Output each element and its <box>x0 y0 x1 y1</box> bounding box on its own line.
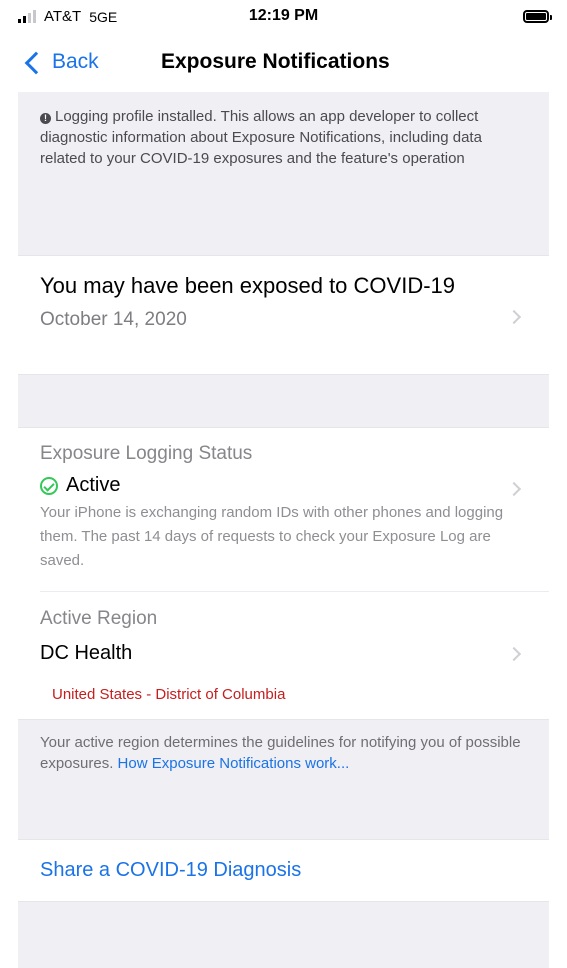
back-label: Back <box>52 50 99 73</box>
battery-icon <box>523 10 552 23</box>
region-name: DC Health <box>40 642 133 664</box>
share-diagnosis-label: Share a COVID-19 Diagnosis <box>40 859 302 881</box>
logging-status-description: Your iPhone is exchanging random IDs wit… <box>40 504 504 569</box>
banner-text: Logging profile installed. This allows a… <box>40 108 482 167</box>
back-button[interactable]: Back <box>24 50 99 74</box>
status-time: 12:19 PM <box>248 7 319 24</box>
exposure-date: October 14, 2020 <box>40 309 187 330</box>
checkmark-circle-icon <box>40 476 58 495</box>
active-region-label: Active Region <box>40 608 158 629</box>
share-diagnosis-button[interactable]: Share a COVID-19 Diagnosis <box>18 839 549 902</box>
status-bar: AT&T 5GE 12:19 PM <box>0 0 567 34</box>
exposure-title: You may have been exposed to COVID-19 <box>40 273 456 298</box>
exposure-alert-row[interactable]: You may have been exposed to COVID-19 Oc… <box>18 255 549 375</box>
navigation-bar: Back Exposure Notifications <box>0 34 567 92</box>
bottom-gap <box>18 902 549 968</box>
section-gap <box>18 375 549 427</box>
active-status-line: Active <box>40 474 527 497</box>
info-icon: ! <box>40 113 51 124</box>
exposure-logging-status-row[interactable]: Exposure Logging Status Active Your iPho… <box>18 428 549 591</box>
region-footer-note: Your active region determines the guidel… <box>18 720 549 839</box>
region-location: United States - District of Columbia <box>52 686 286 703</box>
screen: AT&T 5GE 12:19 PM Back Exposure Notifica… <box>0 0 567 968</box>
status-group: Exposure Logging Status Active Your iPho… <box>18 427 549 720</box>
active-status-text: Active <box>66 474 121 496</box>
page-title: Exposure Notifications <box>161 50 390 73</box>
logging-status-label: Exposure Logging Status <box>40 443 253 464</box>
active-region-row[interactable]: Active Region DC Health United States - … <box>18 592 549 719</box>
chevron-left-icon <box>24 51 48 74</box>
logging-profile-banner: ! Logging profile installed. This allows … <box>18 92 549 255</box>
how-exposure-notifications-work-link[interactable]: How Exposure Notifications work... <box>118 755 350 772</box>
